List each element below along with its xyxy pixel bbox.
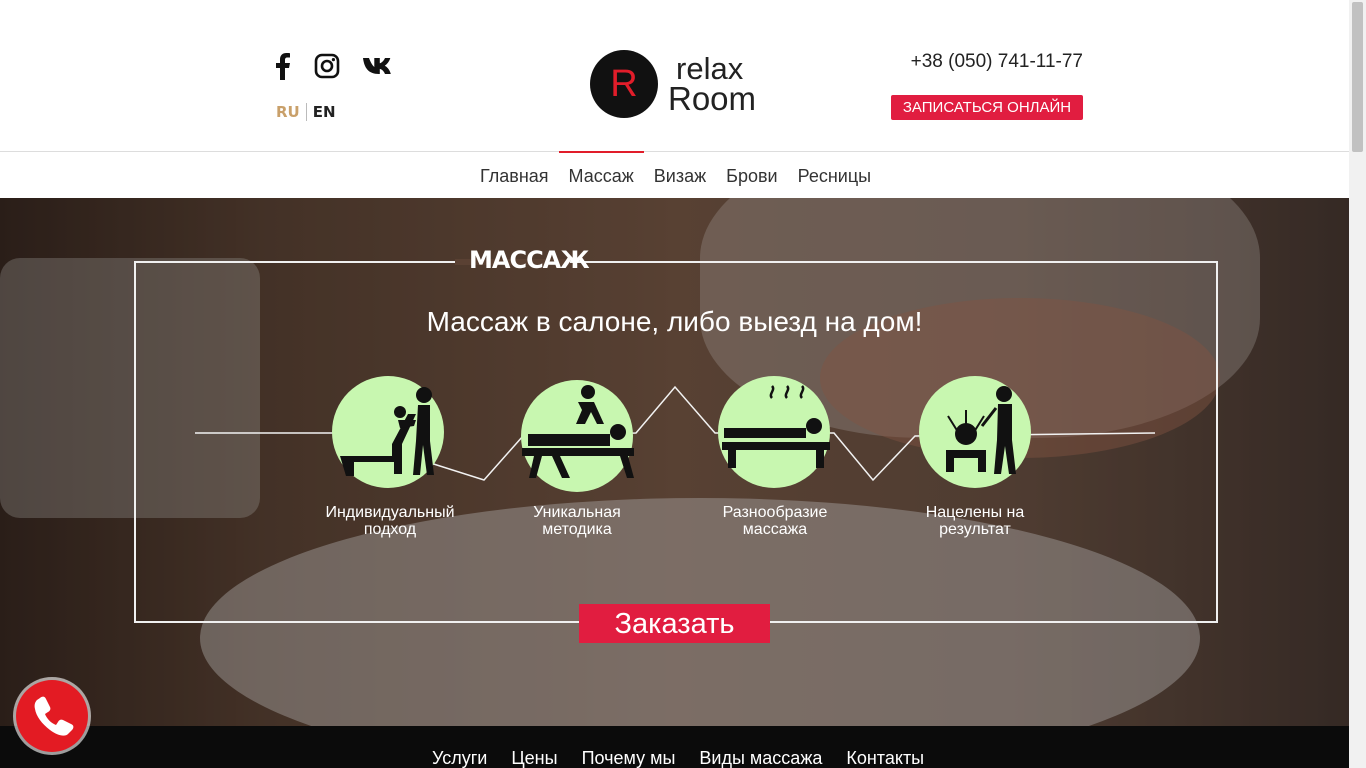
secondary-nav: Услуги Цены Почему мы Виды массажа Конта… (0, 726, 1349, 768)
footer-nav-massage-types[interactable]: Виды массажа (687, 748, 834, 768)
nav-item-massage[interactable]: Массаж (558, 151, 645, 199)
footer-nav-why-us[interactable]: Почему мы (570, 748, 688, 768)
nav-item-lashes[interactable]: Ресницы (788, 152, 881, 199)
book-online-button[interactable]: ЗАПИСАТЬСЯ ОНЛАЙН (891, 95, 1083, 120)
page: RU EN R relax Room +38 (050) 741-11-77 З… (0, 0, 1349, 768)
footer-nav-prices[interactable]: Цены (499, 748, 569, 768)
instagram-icon[interactable] (314, 53, 340, 79)
social-links (272, 52, 416, 80)
phone-icon (34, 696, 74, 736)
individual-approach-icon (332, 376, 444, 488)
page-scrollbar[interactable] (1349, 0, 1366, 768)
order-button[interactable]: Заказать (579, 604, 770, 643)
main-nav: Главная Массаж Визаж Брови Ресницы (0, 151, 1349, 199)
logo-mark: R (590, 50, 658, 118)
hero-section: МАССАЖ Массаж в салоне, либо выезд на до… (0, 198, 1349, 726)
feature-label-unique: Уникальная методика (533, 504, 621, 538)
lang-ru[interactable]: RU (276, 103, 307, 121)
site-header: RU EN R relax Room +38 (050) 741-11-77 З… (0, 0, 1349, 151)
logo-line-2: Room (668, 80, 757, 117)
logo[interactable]: R relax Room (590, 50, 756, 118)
nav-item-brows[interactable]: Брови (716, 152, 787, 199)
feature-label-individual: Индивидуальный подход (325, 504, 455, 538)
lang-en[interactable]: EN (307, 103, 336, 121)
feature-label-result: Нацелены на результат (925, 504, 1025, 538)
phone-number[interactable]: +38 (050) 741-11-77 (911, 51, 1083, 73)
features-graphic (195, 376, 1156, 492)
logo-letter: R (610, 63, 638, 105)
facebook-icon[interactable] (272, 52, 292, 80)
footer-nav-services[interactable]: Услуги (420, 748, 499, 768)
call-button[interactable] (16, 680, 88, 752)
language-switcher: RU EN (276, 103, 336, 121)
result-focus-icon (919, 376, 1031, 488)
massage-variety-icon (718, 376, 830, 488)
logo-wordmark: relax Room (668, 53, 757, 117)
scrollbar-thumb[interactable] (1352, 2, 1363, 152)
footer-nav-contacts[interactable]: Контакты (834, 748, 936, 768)
nav-item-home[interactable]: Главная (470, 152, 559, 199)
nav-item-makeup[interactable]: Визаж (644, 152, 716, 199)
feature-label-variety: Разнообразие массажа (722, 504, 828, 538)
unique-method-icon (521, 380, 634, 492)
vk-icon[interactable] (362, 56, 394, 76)
